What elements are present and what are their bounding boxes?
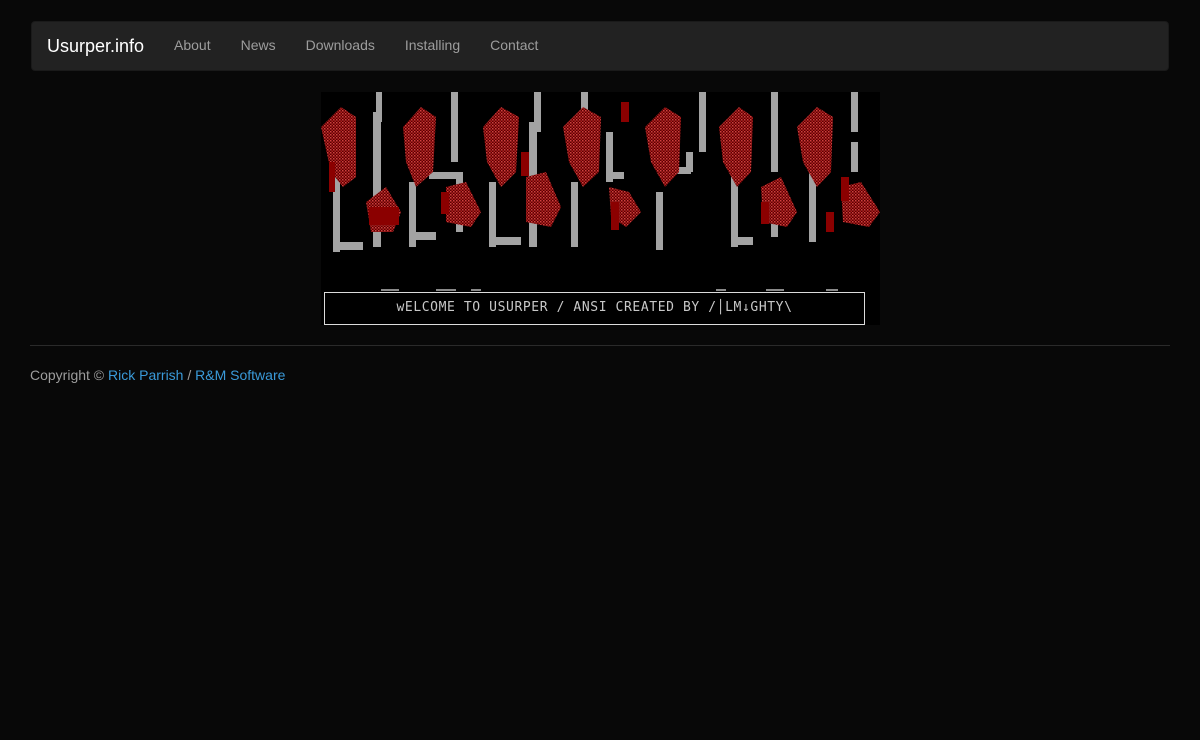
footer-divider bbox=[30, 345, 1170, 346]
usurper-ansi-logo-art bbox=[321, 92, 880, 291]
logo-gray-dashes bbox=[381, 289, 838, 291]
usurper-ansi-banner: wELCOME TO USURPER / ANSI CREATED BY /│L… bbox=[321, 92, 880, 325]
brand-link[interactable]: Usurper.info bbox=[47, 36, 144, 56]
nav-item-about: About bbox=[159, 22, 226, 70]
nav-link-contact[interactable]: Contact bbox=[475, 22, 553, 69]
copyright-prefix: Copyright © bbox=[30, 367, 105, 383]
footer-copyright: Copyright © Rick Parrish / R&M Software bbox=[30, 367, 285, 383]
nav-link-downloads[interactable]: Downloads bbox=[291, 22, 390, 69]
nav-links: About News Downloads Installing Contact bbox=[159, 22, 553, 70]
nav-item-installing: Installing bbox=[390, 22, 475, 70]
footer-separator: / bbox=[187, 367, 192, 383]
company-link[interactable]: R&M Software bbox=[195, 367, 285, 383]
author-link[interactable]: Rick Parrish bbox=[108, 367, 183, 383]
nav-item-news: News bbox=[226, 22, 291, 70]
nav-item-contact: Contact bbox=[475, 22, 553, 70]
nav-link-installing[interactable]: Installing bbox=[390, 22, 475, 69]
nav-item-downloads: Downloads bbox=[291, 22, 390, 70]
logo-red-dithered-fill bbox=[321, 107, 880, 232]
nav-link-news[interactable]: News bbox=[226, 22, 291, 69]
ansi-welcome-banner-text: wELCOME TO USURPER / ANSI CREATED BY /│L… bbox=[324, 292, 865, 325]
nav-link-about[interactable]: About bbox=[159, 22, 226, 69]
top-navbar: Usurper.info About News Downloads Instal… bbox=[31, 21, 1169, 71]
